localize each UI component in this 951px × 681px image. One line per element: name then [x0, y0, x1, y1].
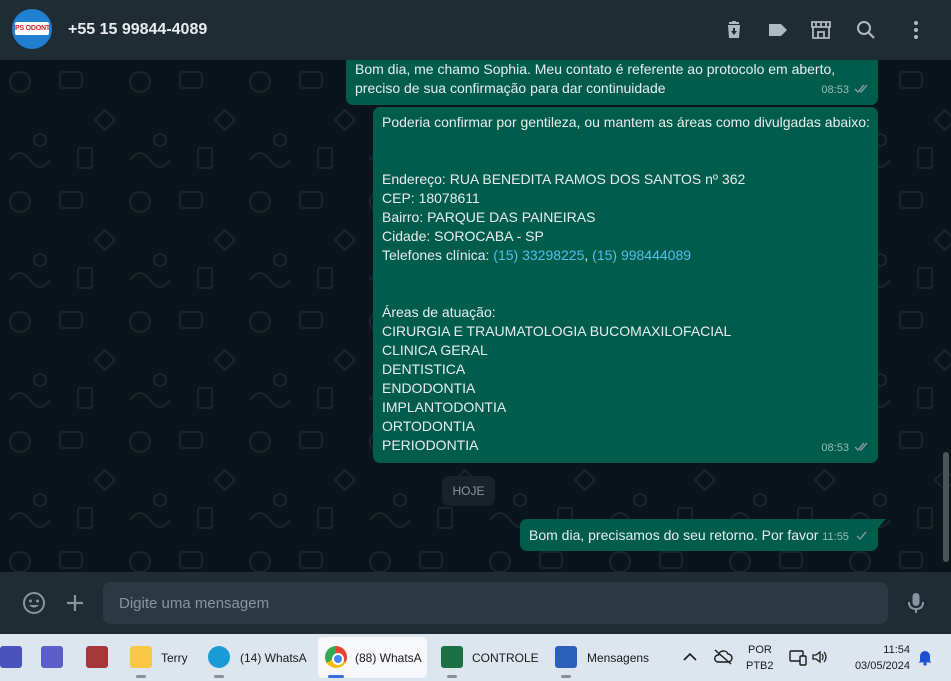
volume-icon	[812, 650, 827, 664]
phone-separator: ,	[584, 247, 593, 263]
message-text-line: Bom dia, me chamo Sophia. Meu contato é …	[355, 61, 836, 77]
running-indicator	[447, 675, 457, 678]
label-icon[interactable]	[766, 18, 790, 42]
outgoing-message[interactable]: Poderia confirmar por gentileza, ou mant…	[373, 107, 878, 463]
emoji-icon[interactable]	[21, 590, 47, 616]
double-check-icon	[854, 442, 868, 452]
excel-icon	[441, 646, 463, 668]
taskbar-app-edge[interactable]: (14) WhatsA	[206, 634, 310, 681]
message-time: 11:55	[822, 531, 849, 543]
active-indicator	[328, 675, 344, 678]
message-list[interactable]: Bom dia, me chamo Sophia. Meu contato é …	[0, 60, 951, 572]
contact-avatar[interactable]: PS ODONTO	[12, 9, 52, 49]
taskbar-app-teams-new[interactable]	[40, 634, 68, 681]
taskbar-app-file-explorer[interactable]: Terry	[128, 634, 198, 681]
taskbar-app-label: Mensagens	[587, 651, 650, 665]
teams-new-icon	[41, 646, 63, 668]
message-text: Bom dia, precisamos do seu retorno. Por …	[529, 527, 819, 543]
microphone-icon[interactable]	[903, 590, 929, 616]
phone-link[interactable]: (15) 998444089	[592, 247, 691, 263]
message-meta: 11:55	[822, 528, 870, 547]
chevron-up-icon	[683, 652, 697, 661]
menu-icon[interactable]	[904, 18, 928, 42]
folder-icon	[130, 646, 152, 668]
area-item: PERIODONTIA	[382, 437, 479, 453]
clock-date: 03/05/2024	[854, 660, 910, 672]
message-text-line: preciso de sua confirmação para dar cont…	[355, 80, 666, 96]
message-time: 08:53	[821, 442, 849, 454]
single-check-icon	[856, 531, 867, 541]
outgoing-message[interactable]: Bom dia, me chamo Sophia. Meu contato é …	[346, 60, 878, 105]
search-icon[interactable]	[854, 18, 878, 42]
attach-plus-icon[interactable]	[62, 590, 88, 616]
contact-name[interactable]: +55 15 99844-4089	[68, 21, 207, 39]
date-divider: HOJE	[442, 476, 495, 506]
edge-icon	[208, 646, 230, 668]
clock[interactable]: 11:54 03/05/2024	[844, 634, 910, 681]
message-text-line: Áreas de atuação:	[382, 304, 496, 320]
message-composer	[0, 572, 951, 634]
chrome-icon-center	[332, 653, 344, 665]
running-indicator	[136, 675, 146, 678]
taskbar-app-teams[interactable]	[0, 634, 26, 681]
avatar-logo-text: PS ODONTO	[15, 22, 49, 35]
message-input[interactable]	[103, 582, 888, 624]
language-code: POR	[748, 644, 772, 656]
delete-icon[interactable]	[722, 18, 746, 42]
device-icon	[789, 650, 807, 666]
running-indicator	[214, 675, 224, 678]
phone-link[interactable]: (15) 33298225	[493, 247, 584, 263]
message-meta: 08:53	[821, 439, 870, 458]
quick-settings[interactable]	[786, 634, 832, 681]
message-text-line: Endereço: RUA BENEDITA RAMOS DOS SANTOS …	[382, 171, 746, 187]
input-language[interactable]: POR PTB2	[742, 634, 778, 681]
cloud-offline-icon	[714, 649, 733, 665]
area-item: DENTISTICA	[382, 361, 466, 377]
network-status[interactable]	[712, 634, 734, 681]
taskbar-app-excel[interactable]: CONTROLE	[440, 634, 540, 681]
notification-bell-icon	[918, 651, 932, 666]
store-icon[interactable]	[809, 18, 833, 42]
message-text-line: Telefones clínica: (15) 33298225, (15) 9…	[382, 246, 691, 265]
clock-time: 11:54	[883, 644, 910, 656]
message-text-line: Cidade: SOROCABA - SP	[382, 228, 544, 244]
message-meta: 08:53	[821, 81, 870, 100]
area-item: ORTODONTIA	[382, 418, 475, 434]
show-hidden-icons[interactable]	[680, 634, 700, 681]
message-text-line: CEP: 18078611	[382, 190, 480, 206]
keyboard-layout: PTB2	[746, 660, 774, 672]
taskbar-app-label: (14) WhatsA	[240, 651, 307, 665]
taskbar-app-label: CONTROLE	[472, 651, 539, 665]
area-item: ENDODONTIA	[382, 380, 476, 396]
phones-label: Telefones clínica:	[382, 247, 494, 263]
taskbar-app-access[interactable]	[84, 634, 112, 681]
teams-icon	[0, 646, 22, 668]
windows-taskbar: Terry (14) WhatsA (88) WhatsA CONTROLE M…	[0, 634, 951, 681]
running-indicator	[561, 675, 571, 678]
message-time: 08:53	[821, 84, 849, 96]
bubble-tail	[878, 519, 886, 528]
message-text-line: Bairro: PARQUE DAS PAINEIRAS	[382, 209, 596, 225]
scrollbar-thumb[interactable]	[943, 452, 949, 562]
taskbar-app-word[interactable]: Mensagens	[554, 634, 664, 681]
message-text-line: Poderia confirmar por gentileza, ou mant…	[382, 114, 870, 130]
taskbar-app-label: Terry	[161, 651, 188, 665]
notifications[interactable]	[914, 634, 936, 681]
area-item: CIRURGIA E TRAUMATOLOGIA BUCOMAXILOFACIA…	[382, 323, 732, 339]
taskbar-app-label: (88) WhatsA	[355, 651, 422, 665]
area-item: IMPLANTODONTIA	[382, 399, 507, 415]
double-check-icon	[854, 84, 868, 94]
chat-header: PS ODONTO +55 15 99844-4089	[0, 0, 951, 60]
access-icon	[86, 646, 108, 668]
outgoing-message[interactable]: Bom dia, precisamos do seu retorno. Por …	[520, 519, 878, 551]
area-item: CLINICA GERAL	[382, 342, 488, 358]
word-icon	[555, 646, 577, 668]
taskbar-app-chrome[interactable]: (88) WhatsA	[324, 634, 426, 681]
